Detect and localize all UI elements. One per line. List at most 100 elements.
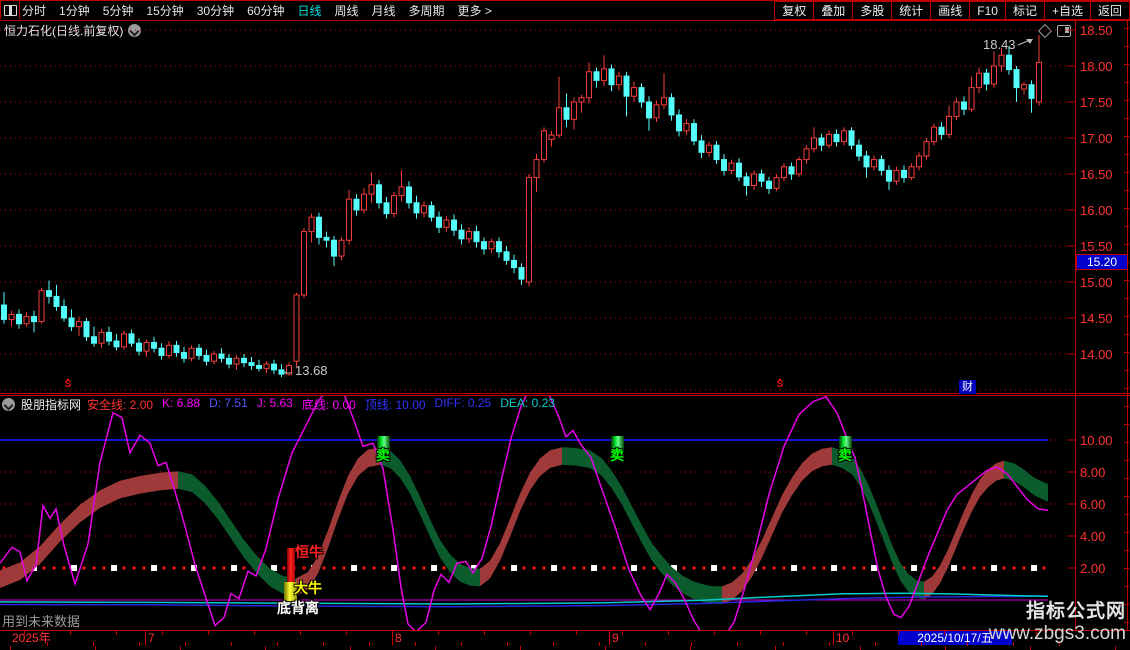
tab-8[interactable]: 周线 xyxy=(334,2,358,19)
tab-9[interactable]: 月线 xyxy=(372,2,396,19)
split-marker-icon[interactable]: ▲S xyxy=(63,378,73,387)
candle xyxy=(399,187,404,196)
year-label: 2025年 xyxy=(12,631,51,645)
trading-app-window: 分时 1分钟 5分钟 15分钟 30分钟 60分钟日线周线月线多周期更多 > 复权叠加多股… xyxy=(0,0,1130,650)
safety-dot xyxy=(122,566,125,569)
safety-dot xyxy=(362,566,365,569)
toolbar-button-+自选[interactable]: +自选 xyxy=(1045,1,1091,20)
indicator-collapse-icon[interactable] xyxy=(2,398,15,411)
safety-dot-white xyxy=(911,565,917,571)
candle xyxy=(902,170,907,177)
safety-dot xyxy=(1022,566,1025,569)
tab-3[interactable]: 5分钟 xyxy=(103,2,134,19)
safety-dot xyxy=(142,566,145,569)
toolbar-button-标记[interactable]: 标记 xyxy=(1006,1,1045,20)
safety-dot xyxy=(372,566,375,569)
candle xyxy=(129,334,134,343)
indicator-value-K: K: 6.88 xyxy=(162,396,200,413)
tab-5[interactable]: 30分钟 xyxy=(197,2,234,19)
candle xyxy=(842,131,847,142)
diff-line xyxy=(0,596,1048,607)
toolbar-button-叠加[interactable]: 叠加 xyxy=(814,1,853,20)
tab-11[interactable]: 更多 > xyxy=(458,2,492,19)
time-tick xyxy=(714,631,715,635)
candle xyxy=(714,145,719,159)
indicator-value-D: D: 7.51 xyxy=(209,396,248,413)
candle xyxy=(789,167,794,174)
indicator-tick-6.00: 6.00 xyxy=(1080,498,1126,511)
toolbar-button-画线[interactable]: 画线 xyxy=(931,1,970,20)
candle xyxy=(812,138,817,149)
candle xyxy=(1022,85,1027,89)
finance-report-badge[interactable]: 财 xyxy=(959,380,976,394)
safety-dot-white xyxy=(71,565,77,571)
main-chart-canvas[interactable] xyxy=(0,19,1075,393)
month-boundary-tick xyxy=(833,631,834,645)
candle xyxy=(864,156,869,167)
safety-dot xyxy=(92,566,95,569)
axis-separator-line xyxy=(1075,19,1076,645)
candle xyxy=(992,66,997,84)
future-data-warning: 用到未来数据 xyxy=(2,611,80,630)
indicator-canvas[interactable] xyxy=(0,395,1075,630)
safety-dot-white xyxy=(991,565,997,571)
right-strip-tick xyxy=(1124,496,1129,497)
candle xyxy=(189,348,194,358)
safety-dot xyxy=(102,566,105,569)
candle xyxy=(707,145,712,152)
candle xyxy=(489,242,494,249)
candle xyxy=(549,135,554,139)
low-price-annotation: ←13.68 xyxy=(282,363,328,378)
right-strip-tick xyxy=(1124,190,1129,191)
ribbon-down-segment xyxy=(562,447,722,604)
toolbar-button-统计[interactable]: 统计 xyxy=(892,1,931,20)
right-strip-tick xyxy=(1124,550,1129,551)
right-strip-tick xyxy=(1124,586,1129,587)
indicator-value-J: J: 5.63 xyxy=(257,396,293,413)
candle xyxy=(827,134,832,145)
safety-dot-white xyxy=(511,565,517,571)
candle xyxy=(362,194,367,210)
candle xyxy=(257,366,262,369)
layout-toggle-button[interactable] xyxy=(0,1,20,19)
safety-dot xyxy=(302,566,305,569)
bottom-strip-divider xyxy=(435,646,436,650)
candle xyxy=(669,98,674,115)
safety-dot-white xyxy=(951,565,957,571)
toolbar-button-F10[interactable]: F10 xyxy=(970,1,1006,20)
candle xyxy=(32,317,37,322)
split-marker-icon[interactable]: ▲S xyxy=(775,378,785,387)
safety-dot-white xyxy=(231,565,237,571)
candle xyxy=(759,174,764,181)
tab-6[interactable]: 60分钟 xyxy=(247,2,284,19)
safety-dot xyxy=(982,566,985,569)
safety-dot xyxy=(882,566,885,569)
tab-4[interactable]: 15分钟 xyxy=(146,2,183,19)
bottom-strip xyxy=(0,646,1130,650)
time-tick xyxy=(24,631,25,635)
price-tick-18.00: 18.00 xyxy=(1080,60,1126,73)
bottom-strip-divider xyxy=(95,646,96,650)
candle xyxy=(639,88,644,102)
time-tick xyxy=(300,631,301,635)
toolbar-button-复权[interactable]: 复权 xyxy=(774,1,814,20)
time-tick xyxy=(438,631,439,635)
candle xyxy=(497,242,502,252)
safety-dot xyxy=(1012,566,1015,569)
tab-10[interactable]: 多周期 xyxy=(409,2,445,19)
candle xyxy=(77,322,82,327)
safety-dot-white xyxy=(871,565,877,571)
candle xyxy=(722,160,727,171)
candle xyxy=(594,72,599,81)
ribbon-up-segment xyxy=(480,447,562,586)
candle xyxy=(542,131,547,160)
candle xyxy=(632,88,637,97)
tab-2[interactable]: 1分钟 xyxy=(59,2,90,19)
tab-1[interactable]: 分时 xyxy=(22,2,46,19)
candle xyxy=(1007,55,1012,69)
toolbar-button-返回[interactable]: 返回 xyxy=(1091,1,1130,20)
tab-7[interactable]: 日线 xyxy=(297,2,321,19)
candle xyxy=(182,353,187,359)
time-tick xyxy=(622,631,623,635)
toolbar-button-多股[interactable]: 多股 xyxy=(853,1,892,20)
